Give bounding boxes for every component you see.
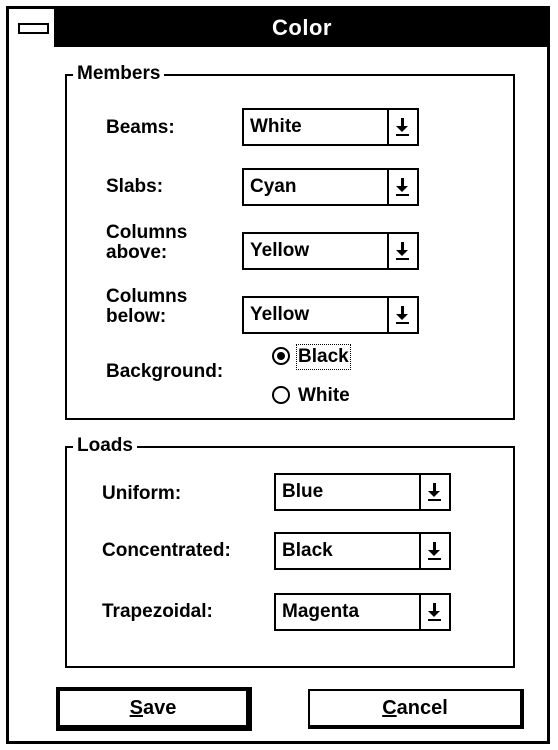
cancel-mnemonic: C (382, 697, 397, 719)
concentrated-select[interactable]: Black (274, 532, 451, 570)
system-menu-icon[interactable] (9, 9, 57, 47)
columns-above-label-line2: above: (106, 242, 168, 263)
members-legend: Members (73, 63, 165, 85)
columns-below-select[interactable]: Yellow (242, 296, 419, 334)
slabs-select[interactable]: Cyan (242, 168, 419, 206)
members-group: Members Beams: White Slabs: Cyan Columns… (65, 63, 515, 420)
uniform-select[interactable]: Blue (274, 473, 451, 511)
dropdown-arrow-icon[interactable] (387, 170, 417, 204)
radio-white-label: White (298, 385, 350, 406)
columns-below-value: Yellow (250, 304, 310, 325)
columns-above-select[interactable]: Yellow (242, 232, 419, 270)
concentrated-value: Black (282, 540, 333, 561)
slabs-value: Cyan (250, 176, 297, 197)
radio-black[interactable]: Black (272, 344, 382, 370)
dropdown-arrow-icon[interactable] (387, 234, 417, 268)
dropdown-arrow-icon[interactable] (419, 475, 449, 509)
uniform-label: Uniform: (102, 483, 182, 504)
cancel-label-rest: ancel (396, 697, 448, 719)
radio-white-circle[interactable] (272, 386, 290, 404)
columns-above-value: Yellow (250, 240, 310, 261)
cancel-button[interactable]: Cancel (308, 689, 524, 729)
beams-select[interactable]: White (242, 108, 419, 146)
beams-value: White (250, 116, 302, 137)
loads-legend: Loads (73, 435, 137, 457)
radio-white[interactable]: White (272, 383, 382, 409)
dropdown-arrow-icon[interactable] (419, 534, 449, 568)
concentrated-label: Concentrated: (102, 540, 231, 561)
beams-label: Beams: (106, 117, 175, 138)
save-button-label: Save (60, 691, 246, 725)
columns-above-label-line1: Columns (106, 222, 188, 243)
radio-black-label: Black (296, 344, 351, 370)
loads-group: Loads Uniform: Blue Concentrated: Black … (65, 435, 515, 668)
slabs-label: Slabs: (106, 176, 164, 197)
dropdown-arrow-icon[interactable] (419, 595, 449, 629)
save-button[interactable]: Save (56, 687, 252, 731)
title-bar: Color (9, 9, 547, 47)
columns-below-label-line2: below: (106, 306, 167, 327)
trapezoidal-label: Trapezoidal: (102, 601, 213, 622)
dropdown-arrow-icon[interactable] (387, 298, 417, 332)
color-dialog: Color Members Beams: White Slabs: Cyan C… (6, 6, 550, 744)
background-label: Background: (106, 361, 224, 382)
save-label-rest: ave (142, 697, 177, 719)
trapezoidal-value: Magenta (282, 601, 360, 622)
window-title: Color (272, 15, 332, 40)
trapezoidal-select[interactable]: Magenta (274, 593, 451, 631)
radio-black-circle[interactable] (272, 347, 290, 365)
uniform-value: Blue (282, 481, 324, 502)
columns-below-label-line1: Columns (106, 286, 188, 307)
dropdown-arrow-icon[interactable] (387, 110, 417, 144)
save-mnemonic: S (129, 697, 143, 719)
cancel-button-label: Cancel (310, 691, 520, 725)
